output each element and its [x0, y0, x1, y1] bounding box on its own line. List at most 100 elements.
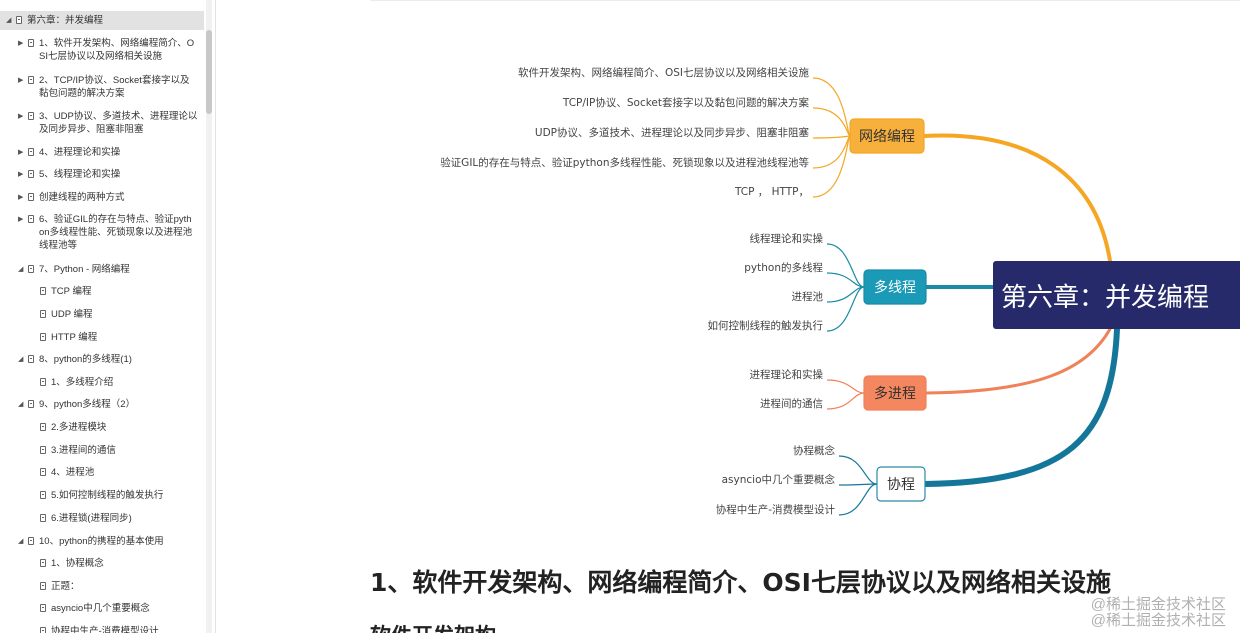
outline-item-label: 7、Python - 网络编程 — [39, 264, 130, 275]
outline-item-label: 4、进程池 — [51, 467, 95, 478]
document-icon — [40, 559, 46, 567]
outline-item-label: 4、进程理论和实操 — [39, 147, 121, 158]
outline-item-label: SI七层协议以及网络相关设施 — [39, 51, 162, 62]
branch-label: 协程 — [887, 477, 915, 493]
collapsed-triangle-icon[interactable]: ▶ — [18, 110, 23, 123]
outline-item-label: 第六章：并发编程 — [27, 15, 104, 26]
collapsed-triangle-icon[interactable]: ▶ — [18, 213, 23, 226]
branch-connector — [922, 133, 1112, 263]
outline-item-label: 及同步异步、阻塞非阻塞 — [39, 124, 144, 135]
outline-item-label: 5.如何控制线程的触发执行 — [51, 490, 164, 501]
outline-item[interactable]: 协程中生产-消费模型设计 — [0, 625, 204, 633]
collapsed-triangle-icon[interactable]: ▶ — [18, 37, 23, 50]
document-icon — [40, 582, 46, 590]
document-icon — [28, 193, 34, 201]
outline-item[interactable]: 4、进程池 — [0, 466, 204, 479]
leaf-connector — [812, 135, 851, 169]
branch-label: 多线程 — [874, 279, 916, 296]
outline-item-label: 协程中生产-消费模型设计 — [51, 626, 159, 633]
outline-item-label: 线程池等 — [39, 240, 78, 251]
outline-item[interactable]: HTTP 编程 — [0, 331, 204, 344]
outline-item-label: 创建线程的两种方式 — [39, 192, 125, 203]
outline-item[interactable]: TCP 编程 — [0, 285, 204, 298]
expanded-triangle-icon[interactable]: ◢ — [18, 398, 23, 411]
outline-sidebar: ◢ 第六章：并发编程 ▶ 1、软件开发架构、网络编程简介、O SI七层协议以及网络相关设… — [0, 0, 216, 633]
outline-item[interactable]: 5.如何控制线程的触发执行 — [0, 489, 204, 502]
document-icon — [40, 491, 46, 499]
leaf-connector — [826, 286, 865, 332]
document-icon — [28, 265, 34, 273]
outline-item[interactable]: ▶ 4、进程理论和实操 — [0, 146, 204, 159]
outline-item-label: 正题： — [51, 581, 80, 592]
outline-item[interactable]: asyncio中几个重要概念 — [0, 602, 204, 615]
leaf-label: 进程间的通信 — [760, 397, 823, 410]
leaf-connector — [826, 286, 865, 303]
collapsed-triangle-icon[interactable]: ▶ — [18, 191, 23, 204]
outline-item[interactable]: 1、多线程介绍 — [0, 376, 204, 389]
document-icon — [16, 16, 22, 24]
sidebar-scrollbar[interactable] — [206, 0, 212, 633]
outline-item[interactable]: ▶ 3、UDP协议、多道技术、进程理论以 及同步异步、阻塞非阻塞 — [0, 110, 204, 136]
branch-connector — [924, 327, 1112, 395]
document-icon — [28, 76, 34, 84]
leaf-label: UDP协议、多道技术、进程理论以及同步异步、阻塞非阻塞 — [535, 126, 810, 139]
outline-item-label: 2.多进程模块 — [51, 422, 107, 433]
outline-item[interactable]: 3.进程间的通信 — [0, 444, 204, 457]
document-icon — [28, 215, 34, 223]
document-main: 软件开发架构、网络编程简介、OSI七层协议以及网络相关设施 TCP/IP协议、So… — [217, 0, 1240, 633]
collapsed-triangle-icon[interactable]: ▶ — [18, 146, 23, 159]
outline-item-label: 黏包问题的解决方案 — [39, 88, 125, 99]
leaf-connector — [812, 135, 851, 139]
outline-item[interactable]: ◢ 8、python的多线程(1) — [0, 353, 204, 366]
expanded-triangle-icon[interactable]: ◢ — [18, 353, 23, 366]
leaf-connector — [826, 379, 865, 394]
branch-label: 多进程 — [874, 385, 916, 402]
leaf-connector — [826, 243, 865, 288]
leaf-label: TCP/IP协议、Socket套接字以及黏包问题的解决方案 — [562, 96, 810, 109]
outline-item-label: 1、协程概念 — [51, 558, 104, 569]
document-icon — [40, 468, 46, 476]
outline-item[interactable]: ▶ 创建线程的两种方式 — [0, 191, 204, 204]
collapsed-triangle-icon[interactable]: ▶ — [18, 74, 23, 87]
expanded-triangle-icon[interactable]: ◢ — [6, 14, 11, 27]
sidebar-scroll-thumb[interactable] — [206, 30, 212, 114]
leaf-label: 进程池 — [792, 290, 824, 303]
outline-item[interactable]: ▶ 6、验证GIL的存在与特点、验证pyth on多线程性能、死锁现象以及进程池 线程… — [0, 213, 204, 252]
leaf-label: 验证GIL的存在与特点、验证python多线程性能、死锁现象以及进程池线程池等 — [440, 156, 809, 169]
document-icon — [40, 627, 46, 633]
outline-item[interactable]: 2.多进程模块 — [0, 421, 204, 434]
section-heading: 1、软件开发架构、网络编程简介、OSI七层协议以及网络相关设施 — [370, 568, 1111, 597]
document-icon — [40, 423, 46, 431]
outline-item[interactable]: ◢ 10、python的携程的基本使用 — [0, 535, 204, 548]
leaf-label: 线程理论和实操 — [750, 232, 824, 245]
leaf-label: 协程概念 — [793, 444, 835, 457]
outline-item[interactable]: ▶ 5、线程理论和实操 — [0, 168, 204, 181]
leaf-label: asyncio中几个重要概念 — [722, 473, 836, 486]
outline-item-label: 3.进程间的通信 — [51, 445, 116, 456]
document-icon — [28, 537, 34, 545]
outline-item[interactable]: 6.进程锁(进程同步) — [0, 512, 204, 525]
outline-item[interactable]: 正题： — [0, 580, 204, 593]
collapsed-triangle-icon[interactable]: ▶ — [18, 168, 23, 181]
leaf-connector — [838, 455, 878, 485]
expanded-triangle-icon[interactable]: ◢ — [18, 263, 23, 276]
outline-item[interactable]: ▶ 1、软件开发架构、网络编程简介、O SI七层协议以及网络相关设施 — [0, 37, 204, 63]
outline-item[interactable]: UDP 编程 — [0, 308, 204, 321]
leaf-label: 如何控制线程的触发执行 — [708, 319, 824, 332]
expanded-triangle-icon[interactable]: ◢ — [18, 535, 23, 548]
leaf-label: 进程理论和实操 — [750, 368, 824, 381]
leaf-label: 协程中生产-消费模型设计 — [716, 503, 836, 516]
outline-item-label: asyncio中几个重要概念 — [51, 603, 150, 614]
watermark-text: @稀土掘金技术社区 — [1090, 612, 1226, 629]
outline-item[interactable]: ◢ 7、Python - 网络编程 — [0, 263, 204, 276]
outline-item-label: TCP 编程 — [51, 286, 92, 297]
outline-item-label: 10、python的携程的基本使用 — [39, 536, 164, 547]
outline-item[interactable]: ▶ 2、TCP/IP协议、Socket套接字以及 黏包问题的解决方案 — [0, 74, 204, 100]
outline-item[interactable]: ◢ 9、python多线程（2） — [0, 398, 204, 411]
leaf-connector — [838, 483, 878, 486]
document-icon — [40, 604, 46, 612]
outline-item[interactable]: ◢ 第六章：并发编程 — [0, 11, 204, 30]
outline-item[interactable]: 1、协程概念 — [0, 557, 204, 570]
document-icon — [28, 400, 34, 408]
branch-connector — [922, 326, 1120, 487]
